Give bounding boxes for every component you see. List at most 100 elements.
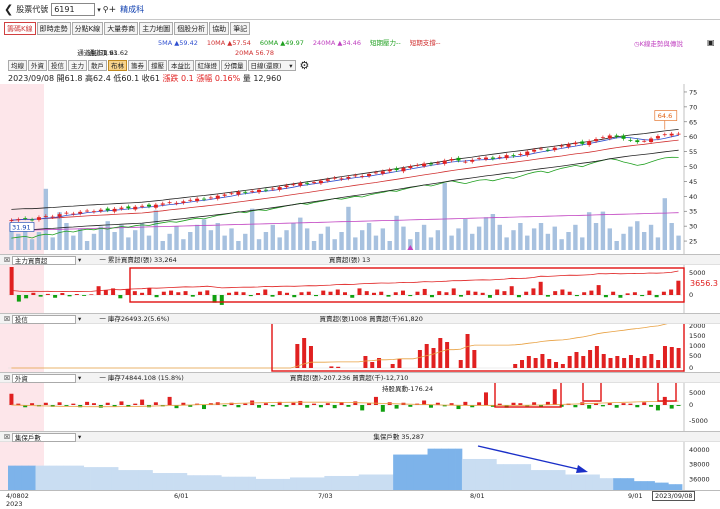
volume-bar [43,188,49,250]
x-year-label: 2023 [6,500,23,508]
net-bar [615,356,620,368]
holders-area-segment [124,470,133,490]
holders-area-segment [413,454,422,490]
tab-stock-analysis[interactable]: 個股分析 [174,22,209,35]
kline-legend-link[interactable]: ◷K線走勢與傳說 [634,38,683,48]
btn-retail[interactable]: 散戶 [88,60,107,71]
holders-area-segment [613,478,621,490]
net-bar [573,405,578,408]
net-bar [227,292,232,295]
price-chart[interactable]: 75 70 65 60 55 50 45 40 35 30 25 64.6 31.91 [0,84,720,254]
panel-close-icon[interactable]: ☒ [4,433,10,441]
y-tick-label: 0 [689,291,693,299]
candle-body [257,189,262,193]
period-select[interactable]: 日線(還原) ▾ [247,60,296,71]
tab-big-brokers[interactable]: 大量券商 [104,22,139,35]
candle-body [229,193,234,195]
volume-bar [662,198,668,250]
net-bar [45,293,50,295]
ma20-line [11,139,679,221]
tab-main-force-map[interactable]: 主力地圖 [139,22,174,35]
select-chevron-icon[interactable]: ▾ [78,374,81,382]
volume-bar [222,235,227,250]
panel-close-icon[interactable]: ☒ [4,315,10,323]
dropdown-chevron-icon[interactable]: ▾ [97,6,101,14]
btn-foreign[interactable]: 外資 [28,60,47,71]
volume-bar [284,230,289,250]
main-force-select[interactable]: 主力買賣超 [11,255,76,265]
net-bar [181,402,186,405]
net-bar [291,402,296,405]
select-chevron-icon[interactable]: ▾ [78,433,81,441]
volume-bar [401,226,406,250]
stock-code-input[interactable]: 6191 [51,3,96,16]
volume-bar [442,183,447,250]
x-label-jul: 7/03 [318,492,333,500]
candle-body [30,219,35,221]
select-chevron-icon[interactable]: ▾ [78,315,81,323]
btn-pe[interactable]: 本益比 [168,60,194,71]
volume-bar [490,214,496,250]
holders-area-segment [21,465,30,490]
panel-close-icon[interactable]: ☒ [4,374,10,382]
foreign-select[interactable]: 外資 [11,373,76,383]
panel-close-icon[interactable]: ☒ [4,256,10,264]
net-bar [495,289,500,295]
lock-icon[interactable]: ▣ [707,38,715,47]
btn-support-pressure[interactable]: 撐壓 [148,60,167,71]
btn-bollinger[interactable]: 布林 [108,60,127,71]
net-bar [140,292,145,295]
net-bar [477,402,482,405]
holders-area-segment [633,481,642,490]
net-bar [332,405,337,409]
btn-traffic-light[interactable]: 紅綠燈 [194,60,220,71]
settings-gear-icon[interactable]: ⚙ [300,60,310,71]
candle-body [105,208,110,211]
y-tick-label: 75 [689,88,697,96]
volume-bar [243,233,248,250]
candle-body [64,212,69,214]
btn-trust[interactable]: 投信 [48,60,67,71]
net-bar [622,358,627,368]
candle-body [9,220,14,222]
tab-realtime[interactable]: 即時走勢 [36,22,71,35]
highlight-box [657,383,677,402]
low-marker-label: 31.91 [12,223,31,231]
select-chevron-icon[interactable]: ▾ [78,256,81,264]
current-date-box: 2023/09/08 [652,491,696,501]
back-arrow-icon[interactable]: ❮ [4,3,13,16]
tab-chip-kline[interactable]: 籌碼K線 [4,22,36,35]
net-bar [169,290,174,295]
add-icon[interactable]: + [109,5,117,15]
holders-chart[interactable]: 40000 38000 36000 [0,442,720,490]
btn-margin[interactable]: 籌券 [128,60,147,71]
net-bar [85,401,90,405]
net-bar [295,344,300,368]
candle-body [415,165,420,166]
net-bar [655,405,660,411]
candle-body [559,145,564,147]
tab-notes[interactable]: 筆記 [230,22,251,35]
net-bar [154,295,159,298]
y-tick-label: 60 [689,133,697,141]
volume-bar [325,226,331,250]
holders-area-segment [207,475,215,490]
main-force-chart[interactable]: 5000 0 3656.3 [0,265,720,313]
trust-select[interactable]: 投信 [11,314,76,324]
btn-ma[interactable]: 均線 [8,60,27,71]
holders-area-segment [358,474,367,490]
tab-help[interactable]: 協助 [209,22,230,35]
volume-bar [270,224,275,250]
tab-branch-kline[interactable]: 分點K線 [71,22,104,35]
holders-select[interactable]: 集保戶數 [11,432,76,442]
trust-chart[interactable]: 2000 1500 1000 500 0 [0,324,720,372]
btn-price-volume[interactable]: 分價量 [221,60,247,71]
net-bar [241,292,246,295]
candle-body [504,155,509,159]
candle-body [208,197,213,199]
btn-main-force[interactable]: 主力 [68,60,87,71]
foreign-chart[interactable]: 5000 0 -5000 [0,383,720,431]
volume-bar [153,210,159,250]
net-bar [161,291,166,295]
candle-body [153,204,158,208]
